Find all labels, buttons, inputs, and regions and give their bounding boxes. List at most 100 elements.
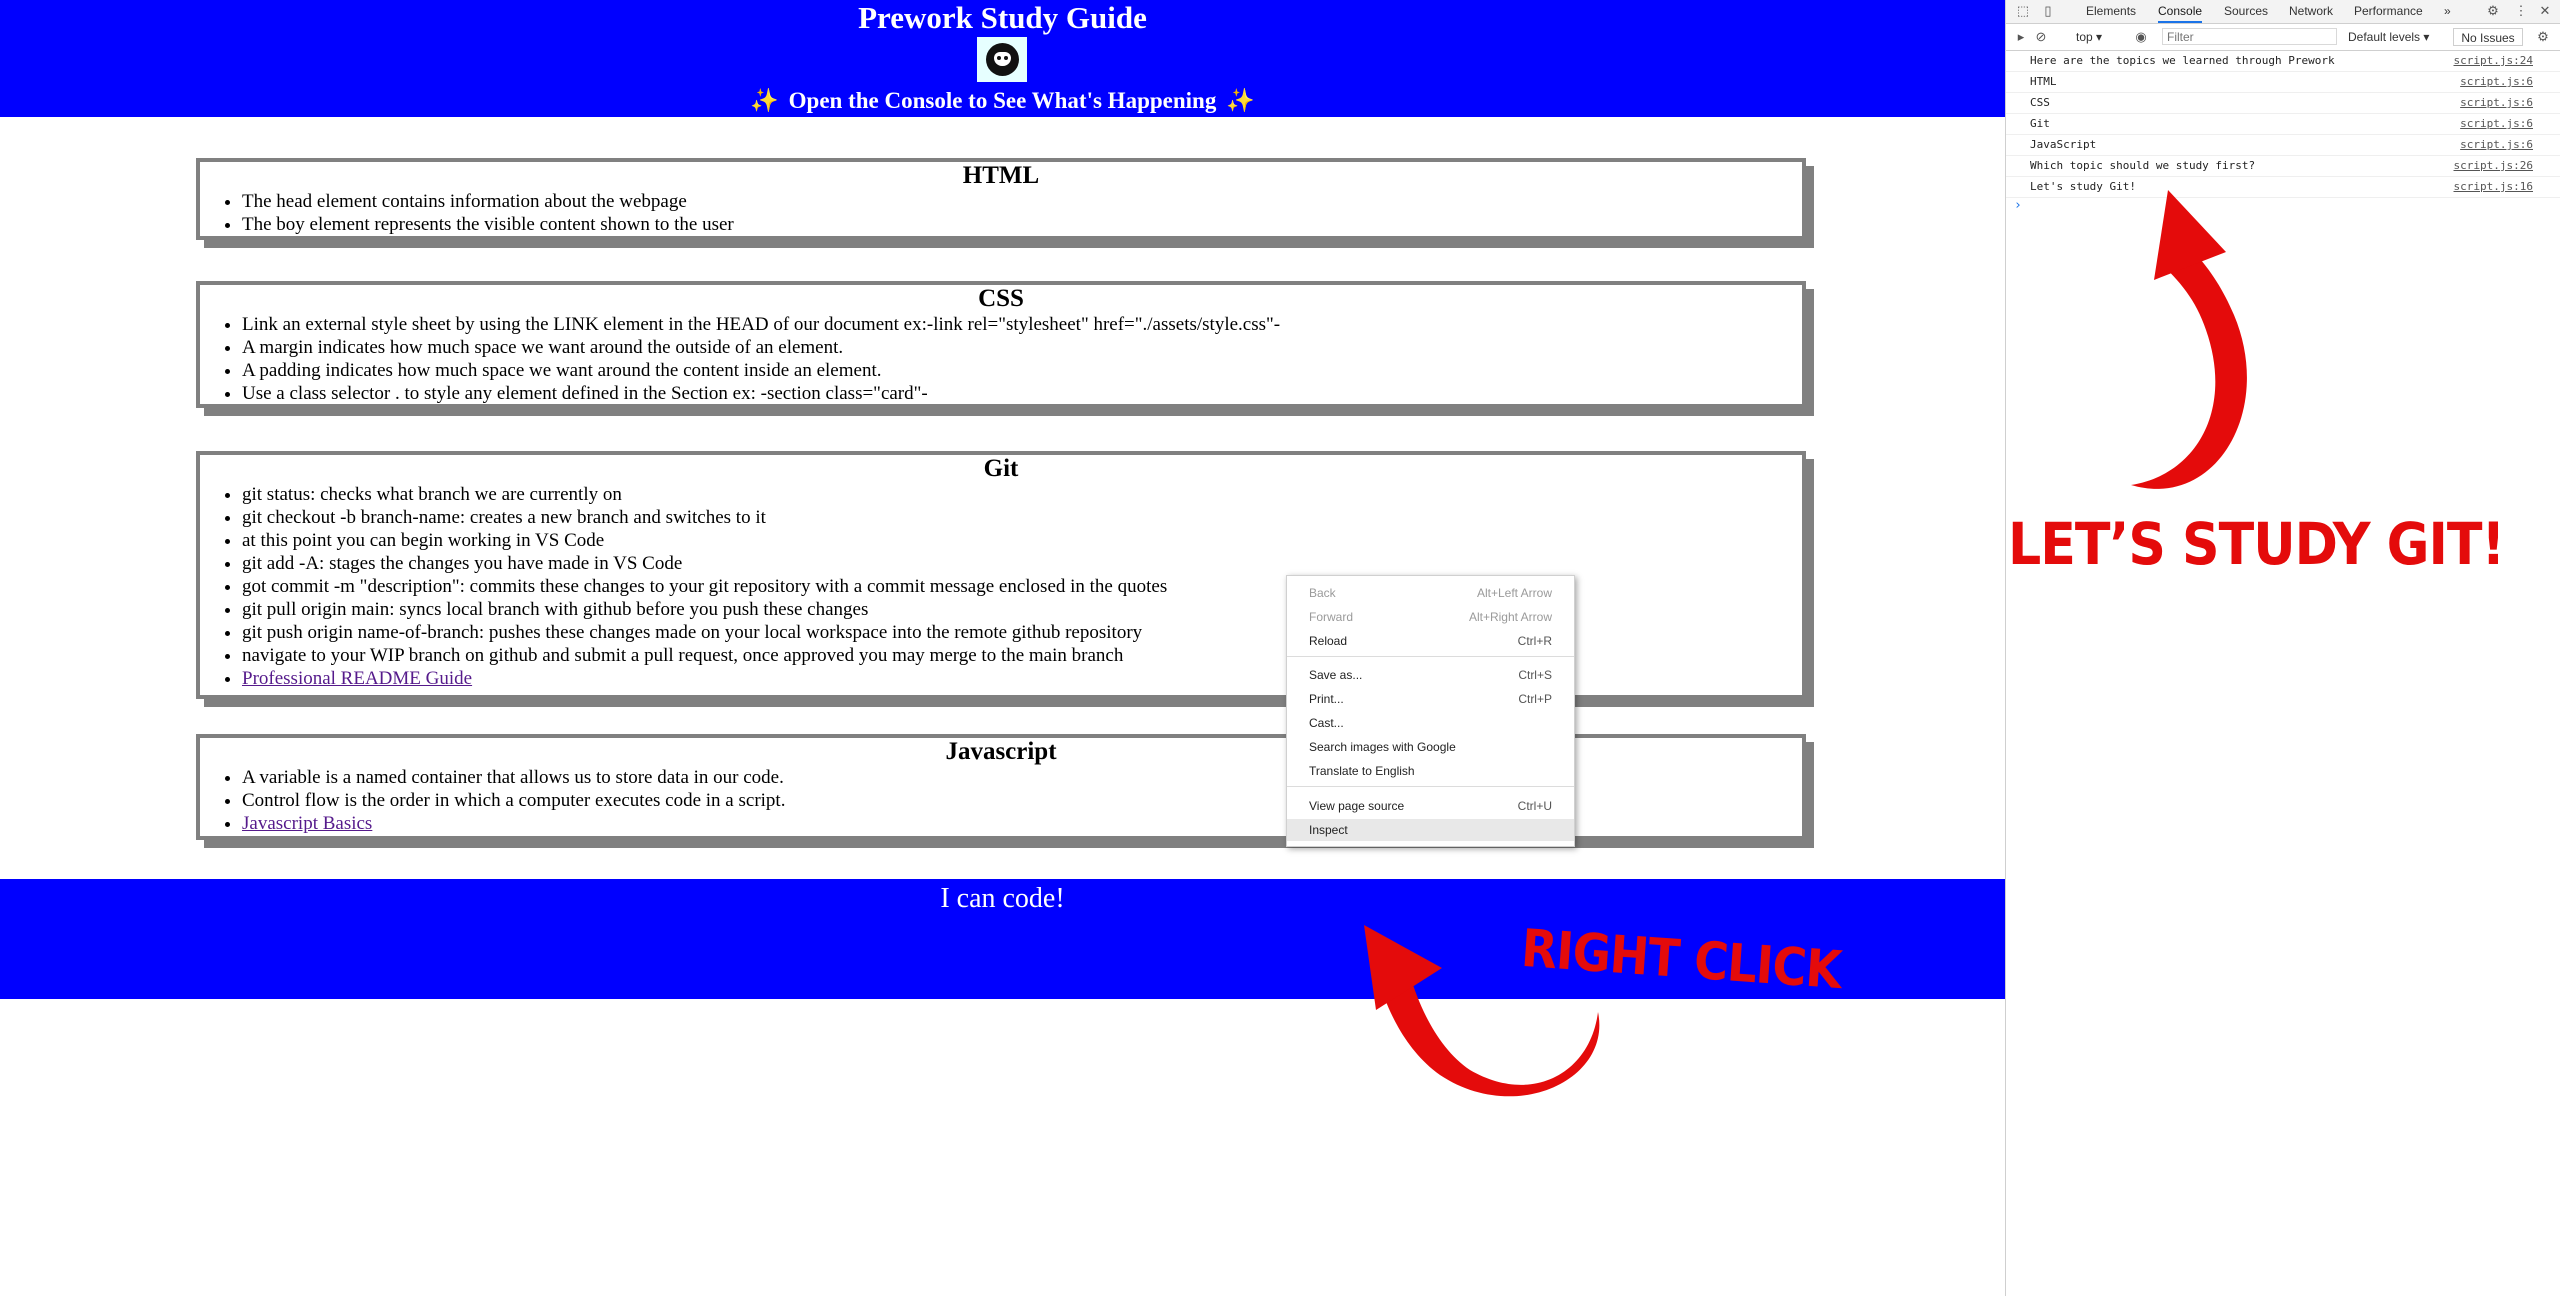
menu-shortcut: Ctrl+P	[1518, 692, 1552, 706]
page-subtitle: ✨ Open the Console to See What's Happenin…	[0, 86, 2005, 116]
menu-separator	[1287, 786, 1574, 787]
card-heading: CSS	[978, 285, 1024, 312]
console-prompt-icon[interactable]: ›	[2014, 198, 2022, 213]
tab-elements[interactable]: Elements	[2086, 0, 2136, 23]
arrow-head-icon	[2154, 190, 2226, 280]
console-log: Here are the topics we learned through P…	[2006, 51, 2560, 198]
settings-gear-icon[interactable]: ⚙	[2484, 2, 2502, 20]
card-list: Link an external style sheet by using th…	[200, 313, 1802, 405]
card-css: CSS Link an external style sheet by usin…	[196, 281, 1806, 408]
devtools-panel: ⬚ ▯ Elements Console Sources Network Per…	[2005, 0, 2560, 1296]
menu-item-inspect[interactable]: Inspect	[1287, 819, 1574, 841]
cat-logo-icon	[977, 37, 1027, 82]
menu-shortcut: Ctrl+S	[1518, 668, 1552, 682]
log-text: JavaScript	[2030, 138, 2097, 151]
menu-item-reload[interactable]: Reload Ctrl+R	[1287, 630, 1574, 652]
readme-guide-link[interactable]: Professional README Guide	[242, 668, 472, 689]
list-item: The head element contains information ab…	[242, 190, 1802, 213]
tab-performance[interactable]: Performance	[2354, 0, 2423, 23]
sparkle-icon: ✨	[750, 88, 779, 113]
console-message: HTML script.js:6	[2006, 72, 2560, 93]
javascript-basics-link[interactable]: Javascript Basics	[242, 813, 372, 834]
menu-separator	[1287, 656, 1574, 657]
menu-item-cast[interactable]: Cast...	[1287, 712, 1574, 734]
console-message: Git script.js:6	[2006, 114, 2560, 135]
card-html: HTML The head element contains informati…	[196, 158, 1806, 240]
menu-shortcut: Alt+Right Arrow	[1468, 610, 1552, 624]
list-item: git checkout -b branch-name: creates a n…	[242, 506, 1802, 529]
card-heading: Git	[983, 455, 1019, 482]
sidebar-toggle-icon[interactable]: ▸	[2012, 28, 2030, 46]
tab-network[interactable]: Network	[2289, 0, 2333, 23]
webpage: Prework Study Guide ✨ Open the Console to…	[0, 0, 2005, 1296]
list-item: at this point you can begin working in V…	[242, 529, 1802, 552]
list-item: Link an external style sheet by using th…	[242, 313, 1802, 336]
menu-item-print[interactable]: Print... Ctrl+P	[1287, 688, 1574, 710]
log-source-link[interactable]: script.js:24	[2454, 51, 2533, 71]
card-heading: HTML	[962, 162, 1040, 189]
menu-item-label: Forward	[1309, 610, 1354, 624]
more-options-icon[interactable]: ⋮	[2512, 2, 2530, 20]
menu-item-forward[interactable]: Forward Alt+Right Arrow	[1287, 606, 1574, 628]
console-message: Let's study Git! script.js:16	[2006, 177, 2560, 198]
inspect-element-icon[interactable]: ⬚	[2014, 2, 2032, 20]
menu-item-label: Save as...	[1309, 668, 1363, 682]
log-source-link[interactable]: script.js:6	[2460, 114, 2533, 134]
tab-console[interactable]: Console	[2158, 0, 2203, 23]
console-settings-icon[interactable]: ⚙	[2534, 28, 2552, 46]
log-text: HTML	[2030, 75, 2057, 88]
menu-shortcut: Ctrl+R	[1517, 634, 1552, 648]
menu-item-label: Print...	[1309, 692, 1344, 706]
footer-text: I can code!	[940, 883, 1065, 914]
list-item: The boy element represents the visible c…	[242, 213, 1802, 236]
menu-item-view-source[interactable]: View page source Ctrl+U	[1287, 795, 1574, 817]
log-source-link[interactable]: script.js:26	[2454, 156, 2533, 176]
menu-item-translate[interactable]: Translate to English	[1287, 760, 1574, 782]
devtools-tabbar: ⬚ ▯ Elements Console Sources Network Per…	[2006, 0, 2560, 24]
site-header: Prework Study Guide ✨ Open the Console to…	[0, 0, 2005, 117]
console-message: Here are the topics we learned through P…	[2006, 51, 2560, 72]
context-menu: Back Alt+Left Arrow Forward Alt+Right Arro…	[1286, 575, 1575, 847]
menu-item-label: Search images with Google	[1309, 740, 1456, 754]
subtitle-text: Open the Console to See What's Happening	[788, 88, 1217, 113]
log-levels-value: Default levels	[2348, 30, 2421, 44]
page-title: Prework Study Guide	[858, 0, 1147, 35]
context-value: top	[2076, 30, 2093, 44]
log-source-link[interactable]: script.js:6	[2460, 135, 2533, 155]
tab-sources[interactable]: Sources	[2224, 0, 2268, 23]
log-levels-dropdown[interactable]: Default levels ▾	[2348, 24, 2429, 50]
log-text: CSS	[2030, 96, 2050, 109]
console-message: CSS script.js:6	[2006, 93, 2560, 114]
menu-item-label: Reload	[1309, 634, 1348, 648]
context-selector[interactable]: top ▾	[2076, 24, 2102, 50]
eye-icon[interactable]: ◉	[2132, 28, 2150, 46]
console-filter-input[interactable]	[2162, 28, 2337, 45]
menu-shortcut: Ctrl+U	[1517, 799, 1552, 813]
list-item: git status: checks what branch we are cu…	[242, 483, 1802, 506]
close-icon[interactable]: ✕	[2536, 2, 2554, 20]
menu-item-label: Back	[1309, 586, 1336, 600]
list-item: git add -A: stages the changes you have …	[242, 552, 1802, 575]
curved-arrow-icon	[2131, 240, 2247, 489]
console-toolbar: ▸ ⊘ top ▾ ◉ Default levels ▾ No Issues ⚙	[2006, 24, 2560, 51]
list-item: Use a class selector . to style any elem…	[242, 382, 1802, 405]
menu-item-save-as[interactable]: Save as... Ctrl+S	[1287, 664, 1574, 686]
device-toolbar-icon[interactable]: ▯	[2039, 2, 2057, 20]
more-tabs-button[interactable]: »	[2444, 0, 2451, 23]
issues-button[interactable]: No Issues	[2453, 28, 2523, 46]
menu-item-back[interactable]: Back Alt+Left Arrow	[1287, 582, 1574, 604]
log-source-link[interactable]: script.js:6	[2460, 72, 2533, 92]
card-list: The head element contains information ab…	[200, 190, 1802, 236]
log-text: Here are the topics we learned through P…	[2030, 54, 2335, 67]
log-source-link[interactable]: script.js:16	[2454, 177, 2533, 197]
log-source-link[interactable]: script.js:6	[2460, 93, 2533, 113]
menu-item-search-images[interactable]: Search images with Google	[1287, 736, 1574, 758]
menu-item-label: Inspect	[1309, 823, 1348, 837]
list-item: A margin indicates how much space we wan…	[242, 336, 1802, 359]
menu-item-label: Translate to English	[1309, 764, 1415, 778]
lets-study-git-annotation: LET’S STUDY GIT!	[2008, 510, 2505, 578]
console-message: Which topic should we study first? script…	[2006, 156, 2560, 177]
clear-console-icon[interactable]: ⊘	[2032, 28, 2050, 46]
menu-shortcut: Alt+Left Arrow	[1476, 586, 1552, 600]
menu-item-label: Cast...	[1309, 716, 1344, 730]
